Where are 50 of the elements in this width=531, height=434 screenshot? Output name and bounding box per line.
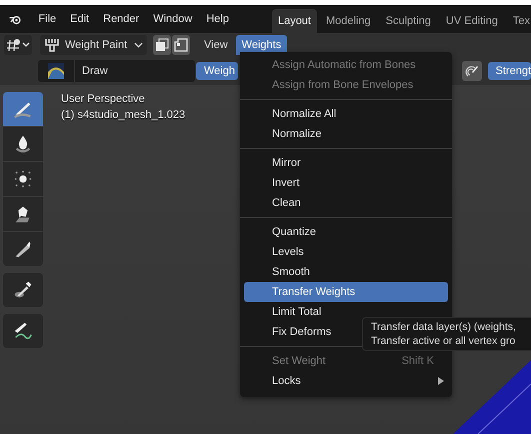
menu-item[interactable]: Limit Total: [244, 302, 448, 322]
editor-type-button[interactable]: [4, 34, 32, 54]
submenu-arrow-icon: [438, 377, 444, 385]
tooltip-text: Transfer data layer(s) (weights,: [371, 321, 517, 333]
average-tool-button[interactable]: [3, 162, 43, 196]
object-name-label: (1) s4studio_mesh_1.023: [61, 109, 186, 121]
strength-field[interactable]: Strengt: [488, 62, 531, 80]
overlapping-squares-icon: [155, 38, 169, 52]
workspace-tab[interactable]: Sculpting: [380, 9, 437, 33]
brush-selector[interactable]: Draw: [38, 60, 195, 82]
gradient-tool-button[interactable]: [3, 232, 43, 266]
menu-item[interactable]: Mirror: [244, 153, 448, 173]
blur-tool-button[interactable]: [3, 127, 43, 161]
menu-item[interactable]: Help: [199, 13, 236, 25]
mask-toggle-button[interactable]: [153, 34, 171, 54]
workspace-tab[interactable]: Modeling: [320, 9, 377, 33]
caret-icon: [134, 42, 143, 48]
menu-item[interactable]: Quantize: [244, 222, 448, 242]
header-menu[interactable]: View: [198, 34, 234, 54]
menu-item[interactable]: Normalize All: [244, 104, 448, 124]
menu-item[interactable]: Smooth: [244, 262, 448, 282]
mask-toggle-button[interactable]: [172, 34, 190, 54]
workspace-tab[interactable]: UV Editing: [440, 9, 504, 33]
workspace-tab[interactable]: Layout: [272, 9, 317, 33]
menu-item[interactable]: Render: [96, 13, 146, 25]
draw-tool-button[interactable]: [3, 92, 43, 126]
menu-item[interactable]: Locks: [244, 371, 448, 391]
annotate-icon: [12, 320, 34, 342]
menu-item[interactable]: Transfer Weights: [244, 282, 448, 302]
shortcut-label: Shift K: [402, 355, 434, 367]
weight-field[interactable]: Weigh: [196, 62, 238, 80]
menu-item[interactable]: Edit: [63, 13, 96, 25]
menu-item[interactable]: Window: [146, 13, 200, 25]
view-name-label: User Perspective: [61, 93, 146, 105]
menu-item[interactable]: Normalize: [244, 124, 448, 144]
pressure-toggle-button[interactable]: [462, 60, 482, 80]
smear-tool-button[interactable]: [3, 197, 43, 231]
header-menu[interactable]: Weights: [236, 34, 288, 54]
mode-dropdown[interactable]: Weight Paint: [40, 34, 147, 54]
menu-item[interactable]: Invert: [244, 173, 448, 193]
menu-item[interactable]: File: [31, 13, 64, 25]
grid-sphere-icon: [5, 38, 31, 52]
tooltip-text: Transfer active or all vertex gro: [371, 335, 516, 347]
menu-item[interactable]: Clean: [244, 193, 448, 213]
sample-tool-button[interactable]: [3, 273, 43, 307]
pen-pressure-icon: [464, 64, 479, 78]
workspace-tab[interactable]: Tex: [506, 9, 531, 33]
annotate-tool-button[interactable]: [3, 314, 43, 348]
brush-preview-icon: [48, 62, 64, 78]
menu-item[interactable]: Levels: [244, 242, 448, 262]
